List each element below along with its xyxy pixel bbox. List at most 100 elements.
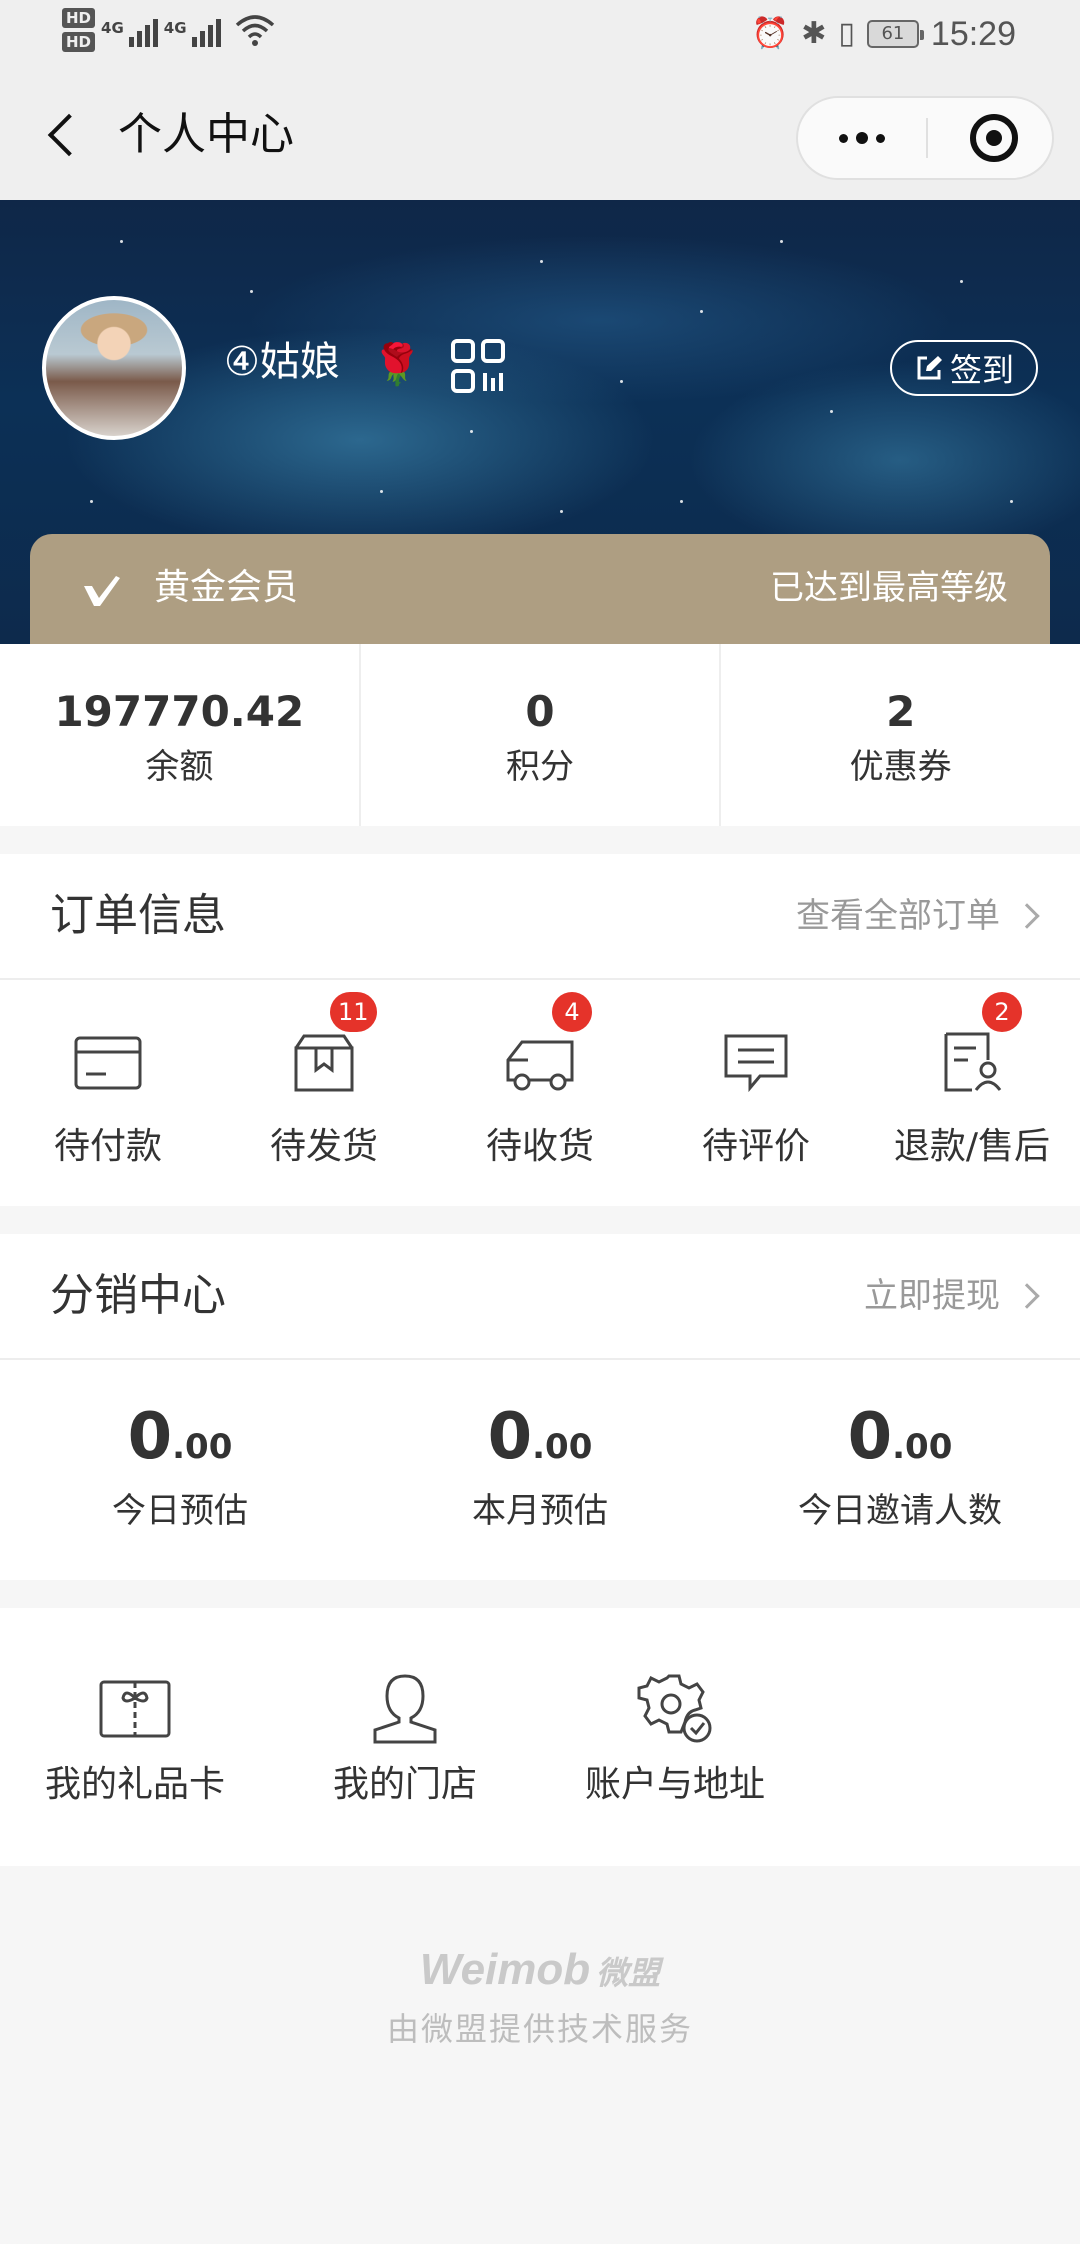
person-icon (373, 1674, 437, 1744)
member-level-note: 已达到最高等级 (770, 568, 1008, 608)
username: ④姑娘 (224, 339, 340, 385)
truck-icon (506, 1040, 574, 1091)
member-level-bar: 黄金会员 已达到最高等级 (30, 534, 1050, 644)
comment-icon (724, 1034, 788, 1093)
tools-grid: 我的礼品卡 我的门店 账户与地址 (0, 1608, 1080, 1866)
section-title: 分销中心 (50, 1270, 226, 1321)
today-estimate[interactable]: 0.00 今日预估 (0, 1360, 360, 1582)
tool-my-store[interactable]: 我的门店 (300, 1608, 510, 1866)
orders-header: 订单信息 查看全部订单 (0, 854, 1080, 980)
value-decimal: .00 (892, 1427, 953, 1467)
gift-card-icon (99, 1680, 171, 1738)
order-badge: 4 (552, 992, 592, 1032)
status-left: HD HD 4G 4G (62, 8, 275, 52)
tool-label: 我的礼品卡 (44, 1764, 225, 1805)
order-label: 待评价 (701, 1126, 810, 1167)
more-dots-icon[interactable] (798, 98, 926, 178)
bluetooth-icon: ✱ (801, 16, 827, 51)
stat-balance[interactable]: 197770.42 余额 (0, 644, 359, 826)
estimate-value: 0.00 (720, 1402, 1080, 1488)
value-integer: 0 (847, 1400, 893, 1474)
clock: 15:29 (930, 14, 1016, 53)
link-label: 查看全部订单 (796, 896, 1000, 936)
chevron-right-icon (1014, 1283, 1040, 1309)
page-title: 个人中心 (118, 109, 294, 160)
alarm-icon: ⏰ (751, 16, 790, 51)
vibrate-icon: ▯ (838, 16, 855, 51)
order-pending-shipment[interactable]: 11 待发货 (216, 980, 432, 1206)
tool-account-address[interactable]: 账户与地址 (570, 1608, 780, 1866)
tool-label: 我的门店 (332, 1764, 477, 1805)
estimate-label: 今日预估 (112, 1491, 248, 1531)
estimate-label: 本月预估 (472, 1491, 608, 1531)
stat-value: 197770.42 (54, 687, 305, 736)
vip-badge-icon (84, 576, 120, 606)
month-estimate[interactable]: 0.00 本月预估 (360, 1360, 720, 1582)
order-pending-review[interactable]: 待评价 (648, 980, 864, 1206)
weimob-logo: Weimob 微盟 (0, 1940, 1080, 2003)
estimate-value: 0.00 (0, 1402, 360, 1488)
estimate-value: 0.00 (360, 1402, 720, 1488)
mini-program-capsule (796, 96, 1054, 180)
stat-label: 优惠券 (849, 747, 952, 787)
estimate-label: 今日邀请人数 (798, 1491, 1002, 1531)
logo-text: Weimob (419, 1945, 591, 1994)
tool-gift-card[interactable]: 我的礼品卡 (30, 1608, 240, 1866)
status-right: ⏰ ✱ ▯ 61 15:29 (752, 14, 1016, 54)
stat-value: 2 (886, 687, 916, 736)
withdraw-now-link[interactable]: 立即提现 (864, 1270, 1044, 1322)
package-icon (294, 1034, 354, 1092)
order-badge: 11 (330, 992, 377, 1032)
section-title: 订单信息 (50, 890, 226, 941)
nav-bar: 个人中心 (0, 74, 1080, 200)
member-level: 黄金会员 (154, 567, 299, 608)
distribution-section: 分销中心 立即提现 0.00 今日预估 0.00 本月预估 0.00 今日邀请人… (0, 1234, 1080, 1580)
order-badge: 2 (982, 992, 1022, 1032)
hd-badge-2: HD (62, 32, 96, 52)
tool-label: 账户与地址 (584, 1764, 765, 1805)
hd-badge-1: HD (62, 8, 96, 28)
order-pending-payment[interactable]: 待付款 (0, 980, 216, 1206)
stat-value: 0 (525, 687, 555, 736)
back-arrow-icon[interactable] (36, 104, 96, 164)
status-bar: HD HD 4G 4G ⏰ ✱ ▯ 61 15:29 (0, 0, 1080, 74)
capsule-divider (926, 118, 928, 158)
close-target-icon[interactable] (970, 114, 1018, 162)
orders-section: 订单信息 查看全部订单 待付款 11 待发货 4 待收货 待评价 2 退款/售后 (0, 854, 1080, 1206)
card-icon (74, 1036, 142, 1090)
refund-icon (944, 1032, 1002, 1092)
network-type-1: 4G (101, 19, 124, 37)
today-invites[interactable]: 0.00 今日邀请人数 (720, 1360, 1080, 1582)
hd-indicators: HD HD (62, 8, 96, 52)
network-type-2: 4G (163, 19, 187, 37)
wifi-icon (235, 15, 274, 46)
stat-coupons[interactable]: 2 优惠券 (719, 644, 1080, 826)
value-decimal: .00 (532, 1427, 593, 1467)
logo-text-cn: 微盟 (596, 1955, 661, 1991)
order-label: 待发货 (269, 1126, 378, 1167)
view-all-orders-link[interactable]: 查看全部订单 (796, 890, 1044, 942)
stat-label: 余额 (145, 747, 214, 787)
signal-icon-2: 4G (164, 13, 221, 47)
order-refund-aftersale[interactable]: 2 退款/售后 (864, 980, 1080, 1206)
settings-check-icon (637, 1674, 712, 1743)
distribution-header: 分销中心 立即提现 (0, 1234, 1080, 1360)
profile-banner: ④姑娘 🌹 签到 黄金会员 已达到最高等级 (0, 200, 1080, 644)
order-pending-receipt[interactable]: 4 待收货 (432, 980, 648, 1206)
order-label: 待收货 (485, 1126, 594, 1167)
order-label: 退款/售后 (893, 1126, 1051, 1167)
value-integer: 0 (127, 1400, 173, 1474)
chevron-right-icon (1014, 903, 1040, 929)
stat-points[interactable]: 0 积分 (358, 644, 720, 826)
signal-icon: 4G (101, 13, 158, 47)
order-status-row: 待付款 11 待发货 4 待收货 待评价 2 退款/售后 (0, 980, 1080, 1206)
value-integer: 0 (487, 1400, 533, 1474)
distribution-stats: 0.00 今日预估 0.00 本月预估 0.00 今日邀请人数 (0, 1360, 1080, 1582)
avatar[interactable] (42, 296, 186, 440)
signin-button[interactable]: 签到 (890, 340, 1038, 396)
rose-icon: 🌹 (372, 342, 422, 388)
footer: Weimob 微盟 由微盟提供技术服务 (0, 1866, 1080, 2244)
order-label: 待付款 (53, 1126, 162, 1167)
powered-by-text: 由微盟提供技术服务 (386, 2010, 693, 2048)
qr-code-icon[interactable] (450, 338, 506, 394)
